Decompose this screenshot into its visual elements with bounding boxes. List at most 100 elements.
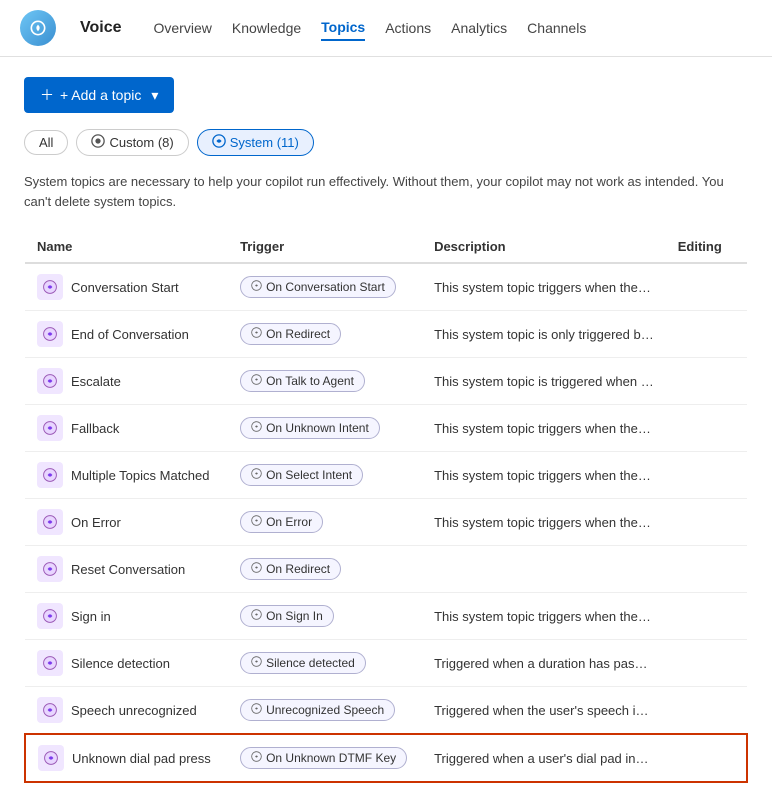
topic-trigger-cell: On Unknown Intent: [228, 405, 422, 452]
nav-analytics[interactable]: Analytics: [451, 16, 507, 40]
nav-actions[interactable]: Actions: [385, 16, 431, 40]
topic-name: Silence detection: [71, 656, 170, 671]
topic-name-cell: Sign in: [25, 593, 228, 640]
trigger-icon: [251, 280, 262, 294]
main-content: ＋ + Add a topic ▾ All Custom (8) System …: [0, 57, 772, 803]
dropdown-arrow-icon: ▾: [151, 87, 158, 104]
topic-description-cell: This system topic is only triggered by .…: [422, 311, 666, 358]
topic-icon: [37, 415, 63, 441]
table-row[interactable]: Unknown dial pad press On Unknown DTMF K…: [25, 734, 747, 782]
topic-description-cell: [422, 546, 666, 593]
col-header-trigger: Trigger: [228, 231, 422, 263]
topic-trigger-cell: On Talk to Agent: [228, 358, 422, 405]
filter-custom[interactable]: Custom (8): [76, 129, 188, 156]
trigger-label: On Redirect: [266, 562, 330, 576]
topic-icon: [37, 556, 63, 582]
trigger-badge: On Redirect: [240, 323, 341, 345]
topic-name-cell: Speech unrecognized: [25, 687, 228, 735]
topic-icon: [37, 321, 63, 347]
topic-name-cell: Silence detection: [25, 640, 228, 687]
topic-trigger-cell: On Select Intent: [228, 452, 422, 499]
trigger-icon: [251, 327, 262, 341]
topic-trigger-cell: On Redirect: [228, 311, 422, 358]
topic-trigger-cell: On Conversation Start: [228, 263, 422, 311]
topic-name-cell: Multiple Topics Matched: [25, 452, 228, 499]
trigger-icon: [251, 703, 262, 717]
trigger-badge: On Redirect: [240, 558, 341, 580]
trigger-icon: [251, 515, 262, 529]
topic-name: Fallback: [71, 421, 119, 436]
topic-editing-cell: [666, 452, 747, 499]
table-row[interactable]: Silence detection Silence detected Trigg…: [25, 640, 747, 687]
trigger-badge: On Sign In: [240, 605, 334, 627]
topic-name: Speech unrecognized: [71, 703, 197, 718]
topic-icon: [37, 697, 63, 723]
topic-editing-cell: [666, 640, 747, 687]
topic-name: Unknown dial pad press: [72, 751, 211, 766]
topic-editing-cell: [666, 311, 747, 358]
topic-name: Sign in: [71, 609, 111, 624]
trigger-icon: [251, 374, 262, 388]
info-text: System topics are necessary to help your…: [24, 172, 748, 211]
topic-editing-cell: [666, 546, 747, 593]
nav-channels[interactable]: Channels: [527, 16, 586, 40]
topic-description-cell: Triggered when a user's dial pad inpu...: [422, 734, 666, 782]
topic-description-cell: This system topic triggers when the b...: [422, 593, 666, 640]
topic-editing-cell: [666, 358, 747, 405]
table-row[interactable]: Conversation Start On Conversation Start…: [25, 263, 747, 311]
nav-topics[interactable]: Topics: [321, 15, 365, 41]
trigger-label: Silence detected: [266, 656, 355, 670]
topic-trigger-cell: Silence detected: [228, 640, 422, 687]
trigger-label: On Unknown Intent: [266, 421, 369, 435]
trigger-badge: On Select Intent: [240, 464, 363, 486]
trigger-icon: [251, 609, 262, 623]
nav-knowledge[interactable]: Knowledge: [232, 16, 301, 40]
trigger-icon: [251, 656, 262, 670]
topic-name-cell: End of Conversation: [25, 311, 228, 358]
topic-icon: [37, 462, 63, 488]
header: Voice Overview Knowledge Topics Actions …: [0, 0, 772, 57]
table-row[interactable]: End of Conversation On Redirect This sys…: [25, 311, 747, 358]
topic-icon: [37, 603, 63, 629]
topic-description-cell: This system topic triggers when the b...: [422, 499, 666, 546]
filter-system-label: System (11): [230, 135, 299, 150]
topic-editing-cell: [666, 499, 747, 546]
trigger-label: On Sign In: [266, 609, 323, 623]
topics-table: Name Trigger Description Editing Convers…: [24, 231, 748, 783]
filter-system-icon: [212, 134, 226, 151]
topic-editing-cell: [666, 687, 747, 735]
filter-tabs: All Custom (8) System (11): [24, 129, 748, 156]
table-header-row: Name Trigger Description Editing: [25, 231, 747, 263]
topic-name-cell: Unknown dial pad press: [25, 734, 228, 782]
topic-description-cell: This system topic is triggered when t...: [422, 358, 666, 405]
topic-name: Escalate: [71, 374, 121, 389]
trigger-badge: On Conversation Start: [240, 276, 396, 298]
topic-description-cell: This system topic triggers when the b...: [422, 263, 666, 311]
add-topic-button[interactable]: ＋ + Add a topic ▾: [24, 77, 174, 113]
topic-icon: [38, 745, 64, 771]
topic-name-cell: Reset Conversation: [25, 546, 228, 593]
filter-system[interactable]: System (11): [197, 129, 314, 156]
filter-custom-icon: [91, 134, 105, 151]
topic-icon: [37, 274, 63, 300]
trigger-label: On Talk to Agent: [266, 374, 354, 388]
trigger-badge: On Unknown DTMF Key: [240, 747, 407, 769]
table-row[interactable]: Sign in On Sign In This system topic tri…: [25, 593, 747, 640]
table-row[interactable]: Speech unrecognized Unrecognized Speech …: [25, 687, 747, 735]
table-row[interactable]: Escalate On Talk to Agent This system to…: [25, 358, 747, 405]
table-row[interactable]: Multiple Topics Matched On Select Intent…: [25, 452, 747, 499]
topic-editing-cell: [666, 405, 747, 452]
table-row[interactable]: Fallback On Unknown Intent This system t…: [25, 405, 747, 452]
table-row[interactable]: Reset Conversation On Redirect: [25, 546, 747, 593]
topic-description-cell: This system topic triggers when the b...: [422, 452, 666, 499]
trigger-badge: On Error: [240, 511, 323, 533]
topic-name-cell: Escalate: [25, 358, 228, 405]
topic-icon: [37, 509, 63, 535]
nav-overview[interactable]: Overview: [154, 16, 212, 40]
trigger-badge: Unrecognized Speech: [240, 699, 395, 721]
topic-name-cell: Conversation Start: [25, 263, 228, 311]
table-row[interactable]: On Error On Error This system topic trig…: [25, 499, 747, 546]
trigger-label: On Unknown DTMF Key: [266, 751, 396, 765]
filter-all[interactable]: All: [24, 130, 68, 155]
filter-all-label: All: [39, 135, 53, 150]
